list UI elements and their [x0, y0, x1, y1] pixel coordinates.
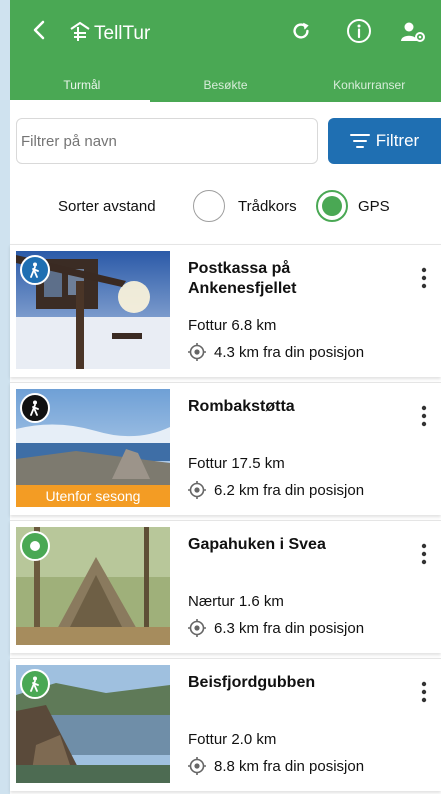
filter-button-label: Filtrer	[375, 131, 420, 150]
destination-card[interactable]: Utenfor sesong Rombakstøtta Fottur 17.5 …	[10, 382, 441, 515]
more-options-icon[interactable]	[421, 681, 427, 703]
sort-options-row: Sorter avstand Trådkors GPS	[10, 186, 441, 226]
distance-from-position: 8.8 km fra din posisjon	[214, 757, 365, 775]
destination-card[interactable]: Gapahuken i Svea Nærtur 1.6 km 6.3 km fr…	[10, 520, 441, 653]
destination-name: Beisfjordgubben	[188, 674, 316, 691]
hiker-icon	[20, 669, 50, 699]
app-title: TellTur	[94, 23, 151, 44]
trip-type-length: Fottur 2.0 km	[188, 731, 277, 748]
distance-from-position: 6.3 km fra din posisjon	[214, 619, 365, 637]
filter-lines-icon	[349, 134, 370, 148]
sort-label: Sorter avstand	[58, 198, 156, 215]
radio-tradkors-label[interactable]: Trådkors	[238, 198, 297, 215]
active-tab-indicator	[10, 100, 150, 103]
trip-type-length: Fottur 17.5 km	[188, 455, 285, 472]
target-location-icon	[188, 343, 206, 361]
distance-from-position: 4.3 km fra din posisjon	[214, 343, 365, 361]
destination-card[interactable]: Postkassa på Ankenesfjellet Fottur 6.8 k…	[10, 244, 441, 377]
tab-konkurranser[interactable]: Konkurranser	[297, 68, 441, 102]
destination-photo	[16, 527, 170, 645]
distance-from-position: 6.2 km fra din posisjon	[214, 481, 365, 499]
circle-icon	[20, 531, 50, 561]
destination-name: Rombakstøtta	[188, 398, 295, 415]
info-icon[interactable]	[346, 18, 372, 44]
tab-turmal[interactable]: Turmål	[10, 68, 154, 102]
target-location-icon	[188, 757, 206, 775]
tab-besokte[interactable]: Besøkte	[154, 68, 298, 102]
user-settings-icon[interactable]	[400, 20, 426, 44]
name-filter-input[interactable]	[16, 118, 318, 164]
distance-row: 6.3 km fra din posisjon	[188, 619, 364, 637]
target-location-icon	[188, 619, 206, 637]
left-edge-strip	[0, 0, 10, 794]
out-of-season-label: Utenfor sesong	[16, 485, 170, 507]
more-options-icon[interactable]	[421, 267, 427, 289]
destination-photo: Utenfor sesong	[16, 389, 170, 507]
more-options-icon[interactable]	[421, 543, 427, 565]
refresh-icon[interactable]	[290, 20, 312, 42]
radio-gps-label[interactable]: GPS	[358, 198, 390, 215]
target-location-icon	[188, 481, 206, 499]
destination-name: Gapahuken i Svea	[188, 536, 326, 553]
distance-row: 6.2 km fra din posisjon	[188, 481, 364, 499]
destination-name: Postkassa på Ankenesfjellet	[188, 260, 297, 297]
hiker-icon	[20, 255, 50, 285]
destination-card[interactable]: Beisfjordgubben Fottur 2.0 km 8.8 km fra…	[10, 658, 441, 791]
hiker-icon	[20, 393, 50, 423]
telltur-logo-icon	[70, 21, 90, 41]
trip-type-length: Fottur 6.8 km	[188, 317, 277, 334]
back-arrow-icon[interactable]	[28, 18, 52, 42]
radio-gps[interactable]	[316, 190, 348, 222]
distance-row: 4.3 km fra din posisjon	[188, 343, 364, 361]
trip-type-length: Nærtur 1.6 km	[188, 593, 284, 610]
destination-photo	[16, 251, 170, 369]
radio-tradkors[interactable]	[193, 190, 225, 222]
more-options-icon[interactable]	[421, 405, 427, 427]
destination-photo	[16, 665, 170, 783]
filter-button[interactable]: Filtrer	[328, 118, 441, 164]
app-screen: TellTur Turmål Besøkte Konkurranser Filt…	[10, 0, 441, 794]
distance-row: 8.8 km fra din posisjon	[188, 757, 364, 775]
tab-strip: Turmål Besøkte Konkurranser	[10, 68, 441, 102]
